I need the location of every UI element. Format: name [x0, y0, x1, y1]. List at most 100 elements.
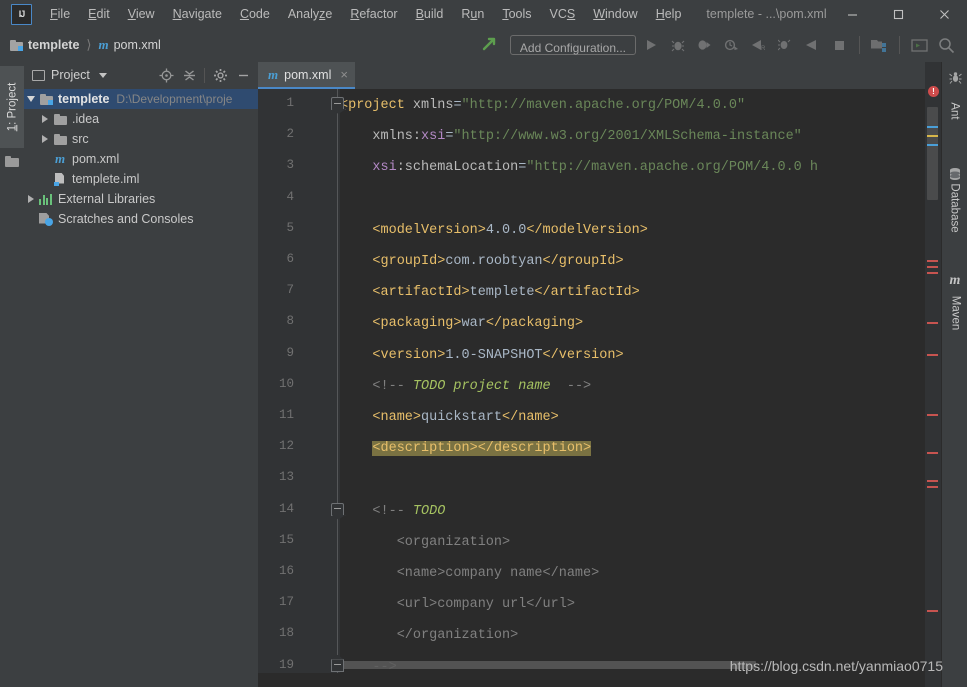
menu-item-vcs[interactable]: VCS — [541, 4, 585, 24]
collapse-triangle-icon[interactable] — [24, 96, 38, 102]
project-folder-icon[interactable] — [5, 156, 19, 167]
project-structure-icon[interactable] — [867, 33, 892, 58]
stripe-marker[interactable] — [927, 260, 938, 262]
update-project-icon[interactable] — [481, 35, 498, 55]
run-with-coverage-icon[interactable] — [692, 33, 717, 58]
status-badge[interactable]: ! — [928, 86, 939, 97]
stop-run-icon[interactable]: R — [746, 33, 771, 58]
sidebar-item-maven[interactable]: m Maven — [942, 270, 967, 330]
code-fold-start-icon[interactable] — [331, 502, 345, 517]
maximize-button[interactable] — [875, 0, 921, 28]
rerun-icon[interactable] — [800, 33, 825, 58]
expand-triangle-icon[interactable] — [24, 195, 38, 203]
run-icon[interactable] — [638, 33, 663, 58]
breadcrumb[interactable]: templete ⟩ m pom.xml — [10, 37, 161, 53]
stripe-marker[interactable] — [927, 322, 938, 324]
settings-gear-icon[interactable] — [209, 64, 231, 86]
stripe-marker[interactable] — [927, 126, 938, 128]
menu-item-tools[interactable]: Tools — [493, 4, 540, 24]
menu-item-refactor[interactable]: Refactor — [341, 4, 406, 24]
stripe-marker[interactable] — [927, 480, 938, 482]
hide-icon[interactable] — [232, 64, 254, 86]
code-line-1[interactable]: <project xmlns="http://maven.apache.org/… — [340, 96, 745, 116]
tree-item-pom-xml[interactable]: m pom.xml — [24, 149, 258, 169]
code-line-17[interactable]: <url>company url</url> — [397, 595, 575, 615]
code-line-8[interactable]: <packaging>war</packaging> — [372, 314, 583, 334]
code-line-9[interactable]: <version>1.0-SNAPSHOT</version> — [372, 346, 623, 366]
menu-item-navigate[interactable]: Navigate — [164, 4, 231, 24]
menu-item-build[interactable]: Build — [407, 4, 453, 24]
code-fold-end-icon[interactable] — [331, 658, 345, 673]
tree-item-scratches-and-consoles[interactable]: Scratches and Consoles — [24, 209, 258, 229]
code-line-3[interactable]: xsi:schemaLocation="http://maven.apache.… — [372, 158, 818, 178]
collapse-all-icon[interactable] — [178, 64, 200, 86]
stripe-marker[interactable] — [927, 144, 938, 146]
menu-item-view[interactable]: View — [119, 4, 164, 24]
tree-item-templete[interactable]: templete D:\Development\proje — [24, 89, 258, 109]
close-button[interactable] — [921, 0, 967, 28]
error-stripe[interactable]: ! — [925, 62, 941, 687]
code-area[interactable]: 1 2 3 4 5 6 7 8 9 10 11 12 13 14 15 16 17 18 19 <project x… — [258, 89, 925, 673]
stripe-marker[interactable] — [927, 272, 938, 274]
minimize-button[interactable] — [829, 0, 875, 28]
stop-icon[interactable] — [827, 33, 852, 58]
code-line-15[interactable]: <organization> — [397, 533, 510, 553]
locate-icon[interactable] — [155, 64, 177, 86]
code-line-5[interactable]: <modelVersion>4.0.0</modelVersion> — [372, 221, 647, 241]
stripe-marker[interactable] — [927, 414, 938, 416]
code-line-10[interactable]: <!-- TODO project name --> — [372, 377, 591, 397]
menu-item-file[interactable]: File — [41, 4, 79, 24]
scrollbar-thumb[interactable] — [927, 107, 938, 200]
run-configuration-selector[interactable]: Add Configuration... — [509, 35, 636, 55]
menu-bar[interactable]: File Edit View Navigate Code Analyze Refactor B… — [41, 4, 690, 24]
sidebar-item-project-toolwindow[interactable]: 1: Project — [0, 66, 24, 148]
stripe-marker[interactable] — [927, 266, 938, 268]
sidebar-item-ant[interactable]: Ant — [942, 68, 967, 120]
profile-icon[interactable] — [719, 33, 744, 58]
expand-triangle-icon[interactable] — [38, 135, 52, 143]
code-line-2[interactable]: xmlns:xsi="http://www.w3.org/2001/XMLSch… — [372, 127, 801, 147]
expand-triangle-icon[interactable] — [38, 115, 52, 123]
stripe-marker[interactable] — [927, 452, 938, 454]
search-everywhere-icon[interactable] — [934, 33, 959, 58]
breadcrumb-item-file[interactable]: m pom.xml — [98, 37, 160, 53]
code-line-11[interactable]: <name>quickstart</name> — [372, 408, 558, 428]
stripe-marker[interactable] — [927, 610, 938, 612]
sidebar-item-database[interactable]: Database — [942, 164, 967, 233]
stripe-marker[interactable] — [927, 486, 938, 488]
terminal-icon[interactable] — [907, 33, 932, 58]
code-token: TODO — [412, 503, 446, 519]
code-line-16[interactable]: <name>company name</name> — [397, 564, 600, 584]
close-icon[interactable]: × — [340, 67, 348, 82]
ant-icon — [948, 71, 962, 87]
code-line-12[interactable]: <description></description> — [372, 439, 592, 459]
menu-item-window[interactable]: Window — [584, 4, 646, 24]
menu-item-help[interactable]: Help — [647, 4, 691, 24]
code-line-14[interactable]: <!-- TODO — [372, 502, 445, 522]
stripe-marker[interactable] — [927, 354, 938, 356]
tree-item-templete-iml[interactable]: templete.iml — [24, 169, 258, 189]
code-line-18[interactable]: </organization> — [397, 626, 519, 646]
menu-item-edit[interactable]: Edit — [79, 4, 119, 24]
tree-item--idea[interactable]: .idea — [24, 109, 258, 129]
chevron-down-icon[interactable] — [98, 72, 107, 78]
project-panel-title[interactable]: Project — [32, 68, 107, 82]
editor-gutter[interactable]: 1 2 3 4 5 6 7 8 9 10 11 12 13 14 15 16 17 18 19 — [258, 89, 340, 673]
menu-item-analyze[interactable]: Analyze — [279, 4, 341, 24]
window-controls — [829, 0, 967, 28]
code-line-6[interactable]: <groupId>com.roobtyan</groupId> — [372, 252, 623, 272]
tree-item-src[interactable]: src — [24, 129, 258, 149]
tree-item-path: D:\Development\proje — [116, 92, 233, 106]
code-line-7[interactable]: <artifactId>templete</artifactId> — [372, 283, 639, 303]
code-content[interactable]: <project xmlns="http://maven.apache.org/… — [340, 89, 925, 673]
breadcrumb-item-module[interactable]: templete — [10, 38, 79, 52]
menu-item-code[interactable]: Code — [231, 4, 279, 24]
menu-item-run[interactable]: Run — [452, 4, 493, 24]
debug-icon[interactable] — [665, 33, 690, 58]
tab-pom-xml[interactable]: m pom.xml × — [258, 62, 355, 89]
attach-debugger-icon[interactable] — [773, 33, 798, 58]
code-fold-start-icon[interactable] — [331, 97, 345, 111]
tree-item-external-libraries[interactable]: External Libraries — [24, 189, 258, 209]
project-tree[interactable]: templete D:\Development\proje .idea src m pom… — [24, 88, 258, 229]
stripe-marker[interactable] — [927, 135, 938, 137]
